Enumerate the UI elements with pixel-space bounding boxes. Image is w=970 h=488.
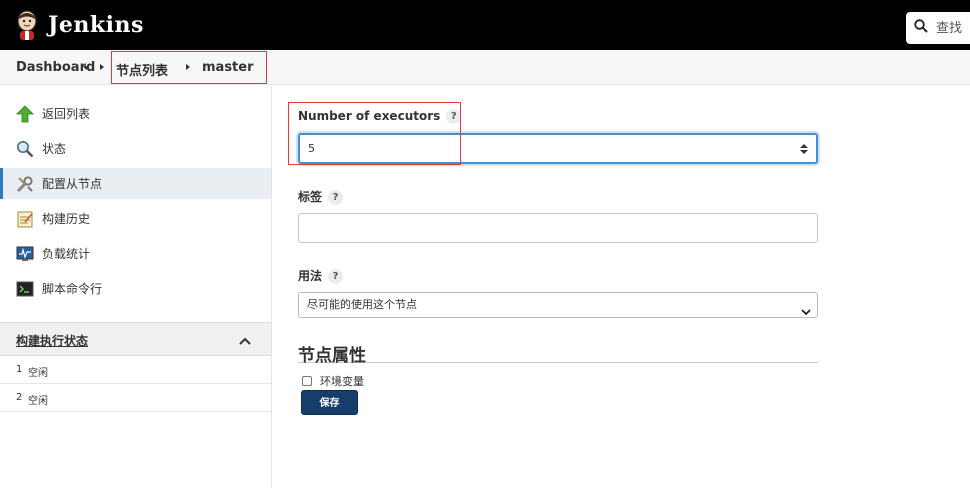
help-icon[interactable]: ? — [328, 269, 344, 284]
usage-select[interactable]: 尽可能的使用这个节点 — [298, 292, 818, 318]
env-vars-row[interactable]: 环境变量 — [302, 373, 364, 389]
search-box[interactable] — [906, 12, 970, 44]
node-properties-heading: 节点属性 — [298, 341, 818, 366]
save-button[interactable]: 保存 — [301, 390, 358, 415]
annotation-highlight-box — [111, 51, 267, 84]
sidebar-item-back-to-list[interactable]: 返回列表 — [0, 98, 271, 129]
sidebar-item-configure-node[interactable]: 配置从节点 — [0, 168, 271, 199]
executor-number: 1 — [16, 364, 23, 375]
usage-label: 用法 — [298, 269, 323, 283]
labels-label-row: 标签? — [298, 188, 344, 205]
magnifier-icon — [16, 140, 34, 158]
sidebar-item-label: 脚本命令行 — [42, 282, 103, 296]
sidebar-item-label: 构建历史 — [42, 212, 91, 226]
executor-panel-title[interactable]: 构建执行状态 — [16, 332, 88, 349]
annotation-highlight-box — [288, 102, 461, 165]
chevron-right-icon — [100, 64, 104, 70]
executor-row: 1 空闲 — [0, 356, 271, 384]
sidebar-item-load-statistics[interactable]: 负载统计 — [0, 238, 271, 269]
jenkins-butler-icon — [14, 9, 40, 41]
executor-number: 2 — [16, 392, 23, 403]
sidebar-item-label: 配置从节点 — [42, 177, 103, 191]
env-vars-label[interactable]: 环境变量 — [320, 373, 364, 389]
help-icon[interactable]: ? — [328, 190, 344, 205]
executor-row: 2 空闲 — [0, 384, 271, 412]
usage-label-row: 用法? — [298, 267, 344, 284]
collapse-chevron-up-icon[interactable] — [238, 334, 252, 346]
executor-status: 空闲 — [28, 396, 48, 407]
labels-input[interactable] — [298, 213, 818, 243]
sidebar-item-label: 负载统计 — [42, 247, 91, 261]
sidebar-item-label: 返回列表 — [42, 107, 91, 121]
notepad-icon — [16, 210, 34, 228]
chevron-down-icon[interactable] — [83, 66, 89, 70]
env-vars-checkbox[interactable] — [302, 376, 312, 386]
wrench-icon — [16, 175, 34, 193]
search-input[interactable] — [936, 20, 970, 36]
executor-panel-header: 构建执行状态 — [0, 322, 271, 356]
monitor-icon — [16, 245, 34, 263]
app-name: Jenkins — [48, 12, 144, 38]
sidebar-item-label: 状态 — [42, 142, 67, 156]
up-arrow-icon — [16, 104, 34, 123]
jenkins-logo[interactable]: Jenkins — [14, 9, 144, 41]
sidebar-item-script-console[interactable]: 脚本命令行 — [0, 273, 271, 304]
search-icon — [914, 18, 928, 38]
executor-status: 空闲 — [28, 368, 48, 379]
terminal-icon — [16, 280, 34, 298]
labels-label: 标签 — [298, 190, 323, 204]
chevron-down-icon — [801, 301, 811, 316]
sidebar: 返回列表 状态 配置从节点 构建历史 负载统计 脚本命令行 构建执行状态 1 空… — [0, 86, 272, 488]
sidebar-item-status[interactable]: 状态 — [0, 133, 271, 164]
top-header: Jenkins — [0, 0, 970, 50]
usage-selected-value: 尽可能的使用这个节点 — [307, 298, 417, 311]
sidebar-item-build-history[interactable]: 构建历史 — [0, 203, 271, 234]
spinner-arrows-icon[interactable] — [799, 142, 809, 156]
